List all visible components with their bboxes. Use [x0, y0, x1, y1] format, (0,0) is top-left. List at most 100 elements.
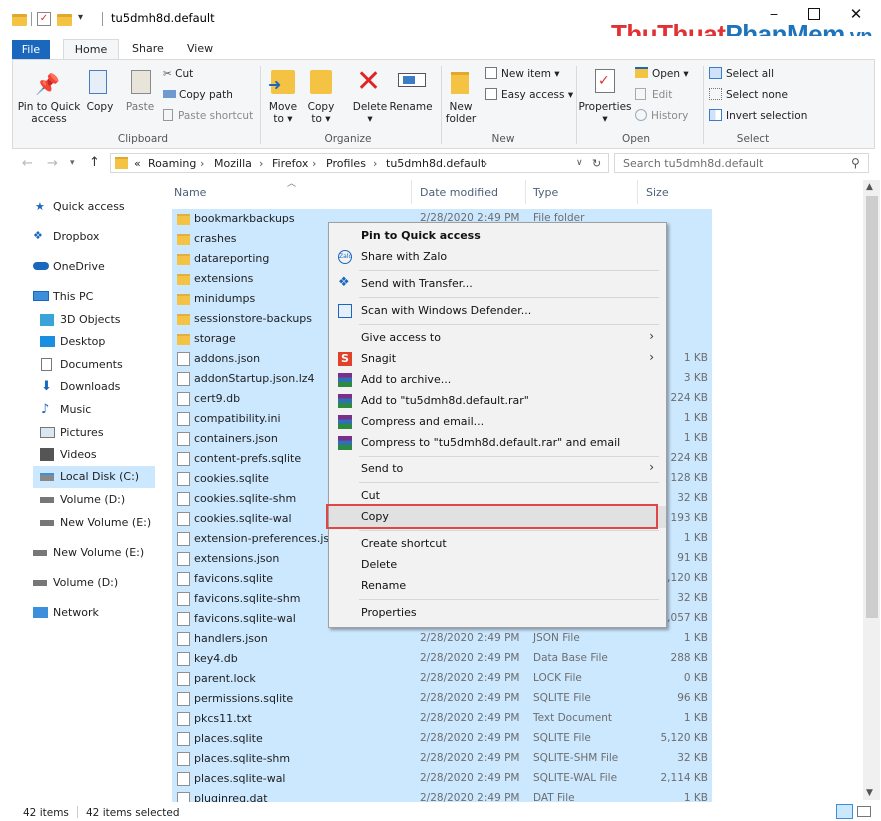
scroll-up-icon[interactable]: ▲	[866, 182, 873, 192]
address-bar[interactable]: « Roaming › Mozilla › Firefox › Profiles…	[110, 153, 609, 173]
file-row[interactable]: pkcs11.txt 2/28/2020 2:49 PM Text Document…	[172, 709, 712, 729]
search-box[interactable]: Search tu5dmh8d.default ⚲	[614, 153, 869, 173]
document-icon	[41, 358, 52, 371]
nav-volume-d-2[interactable]: Volume (D:)	[33, 576, 118, 589]
nav-documents[interactable]: Documents	[40, 358, 123, 371]
menu-item-properties[interactable]: Properties	[329, 602, 666, 624]
breadcrumb-mozilla[interactable]: Mozilla	[214, 157, 252, 170]
nav-volume-d[interactable]: Volume (D:)	[40, 493, 125, 506]
menu-item-share-zalo[interactable]: Zalo Share with Zalo	[329, 246, 666, 268]
menu-item-create-shortcut[interactable]: Create shortcut	[329, 533, 666, 555]
properties-button[interactable]: Properties ▾	[578, 101, 632, 125]
nav-onedrive[interactable]: OneDrive	[33, 260, 105, 273]
nav-this-pc[interactable]: This PC	[33, 290, 93, 303]
menu-item-rename[interactable]: Rename	[329, 575, 666, 597]
select-all-button[interactable]: Select all	[709, 67, 774, 81]
copy-to-button[interactable]: Copy to ▾	[303, 101, 339, 125]
breadcrumb-overflow[interactable]: «	[134, 157, 141, 170]
menu-item-send-transfer[interactable]: ❖ Send with Transfer...	[329, 273, 666, 295]
copy-path-button[interactable]: Copy path	[163, 88, 233, 102]
new-folder-button[interactable]: New folder	[441, 101, 481, 125]
delete-button[interactable]: Delete ▾	[350, 101, 390, 125]
address-dropdown-icon[interactable]: ∨	[576, 158, 583, 168]
nav-new-volume-e[interactable]: New Volume (E:)	[40, 516, 151, 529]
large-icons-view-icon[interactable]	[857, 806, 871, 817]
breadcrumb-profiles[interactable]: Profiles	[326, 157, 366, 170]
recent-locations-icon[interactable]: ▾	[70, 158, 75, 168]
back-arrow-icon[interactable]: ←	[22, 156, 33, 171]
search-input[interactable]: Search tu5dmh8d.default	[623, 157, 763, 170]
edit-button[interactable]: Edit	[635, 88, 672, 102]
nav-network[interactable]: Network	[33, 606, 99, 619]
nav-pictures[interactable]: Pictures	[40, 426, 104, 439]
nav-local-disk-c[interactable]: Local Disk (C:)	[33, 466, 155, 488]
rename-button[interactable]: Rename	[389, 101, 433, 113]
tab-home[interactable]: Home	[63, 39, 119, 61]
nav-desktop[interactable]: Desktop	[40, 335, 105, 348]
column-size[interactable]: Size	[646, 186, 669, 199]
file-row[interactable]: places.sqlite 2/28/2020 2:49 PM SQLITE Fil…	[172, 729, 712, 749]
nav-downloads[interactable]: ⬇ Downloads	[40, 379, 120, 394]
refresh-icon[interactable]: ↻	[592, 157, 601, 170]
breadcrumb-roaming[interactable]: Roaming	[148, 157, 196, 170]
details-view-icon[interactable]	[836, 804, 853, 819]
nav-videos[interactable]: Videos	[40, 448, 97, 461]
invert-selection-button[interactable]: Invert selection	[709, 109, 807, 123]
column-divider[interactable]	[525, 180, 526, 204]
menu-item-send-to[interactable]: Send to ›	[329, 458, 666, 480]
menu-item-give-access[interactable]: Give access to ›	[329, 327, 666, 349]
tab-file[interactable]: File	[12, 40, 50, 60]
column-divider[interactable]	[411, 180, 412, 204]
properties-quick-icon[interactable]: ✓	[37, 12, 51, 26]
nav-3d-objects[interactable]: 3D Objects	[40, 313, 121, 326]
scrollbar-thumb[interactable]	[866, 196, 878, 618]
tab-view[interactable]: View	[179, 40, 221, 60]
paste-button[interactable]: Paste	[123, 101, 157, 113]
column-date-modified[interactable]: Date modified	[420, 186, 498, 199]
file-row[interactable]: pluginreg.dat 2/28/2020 2:49 PM DAT File 1 …	[172, 789, 712, 802]
new-item-button[interactable]: New item ▾	[485, 67, 560, 81]
menu-item-pin[interactable]: Pin to Quick access	[329, 225, 666, 247]
up-arrow-icon[interactable]: ↑	[89, 155, 100, 170]
file-row[interactable]: handlers.json 2/28/2020 2:49 PM JSON File 1…	[172, 629, 712, 649]
menu-item-snagit[interactable]: S Snagit ›	[329, 348, 666, 370]
column-name[interactable]: Name	[174, 186, 206, 199]
file-row[interactable]: places.sqlite-wal 2/28/2020 2:49 PM SQLITE…	[172, 769, 712, 789]
nav-quick-access[interactable]: ★ Quick access	[35, 200, 125, 213]
nav-dropbox[interactable]: ❖ Dropbox	[33, 229, 99, 243]
open-button[interactable]: Open ▾	[635, 67, 689, 81]
file-row[interactable]: parent.lock 2/28/2020 2:49 PM LOCK File 0 K…	[172, 669, 712, 689]
invert-selection-icon	[709, 109, 722, 121]
menu-item-compress-email[interactable]: Compress and email...	[329, 411, 666, 433]
menu-item-delete[interactable]: Delete	[329, 554, 666, 576]
tab-share[interactable]: Share	[124, 40, 172, 60]
new-folder-quick-icon[interactable]	[57, 14, 72, 26]
menu-item-add-archive[interactable]: Add to archive...	[329, 369, 666, 391]
breadcrumb-current[interactable]: tu5dmh8d.default	[386, 157, 485, 170]
select-none-button[interactable]: Select none	[709, 88, 788, 102]
copy-button[interactable]: Copy	[85, 101, 115, 113]
pin-to-quick-access-button[interactable]: Pin to Quick access	[15, 101, 83, 125]
menu-item-add-rar[interactable]: Add to "tu5dmh8d.default.rar"	[329, 390, 666, 412]
column-divider[interactable]	[637, 180, 638, 204]
file-row[interactable]: places.sqlite-shm 2/28/2020 2:49 PM SQLITE…	[172, 749, 712, 769]
column-type[interactable]: Type	[533, 186, 558, 199]
file-row[interactable]: permissions.sqlite 2/28/2020 2:49 PM SQLIT…	[172, 689, 712, 709]
dropbox-icon: ❖	[33, 229, 43, 242]
paste-icon	[131, 70, 151, 94]
menu-item-scan-defender[interactable]: Scan with Windows Defender...	[329, 300, 666, 322]
cut-button[interactable]: ✂ Cut	[163, 67, 193, 81]
forward-arrow-icon[interactable]: →	[47, 156, 58, 171]
search-icon[interactable]: ⚲	[851, 156, 860, 170]
move-to-button[interactable]: Move to ▾	[265, 101, 301, 125]
easy-access-button[interactable]: Easy access ▾	[485, 88, 573, 102]
history-button[interactable]: History	[635, 109, 688, 123]
breadcrumb-firefox[interactable]: Firefox	[272, 157, 308, 170]
menu-item-compress-rar-email[interactable]: Compress to "tu5dmh8d.default.rar" and e…	[329, 432, 666, 454]
file-row[interactable]: key4.db 2/28/2020 2:49 PM Data Base File 28…	[172, 649, 712, 669]
scroll-down-icon[interactable]: ▼	[866, 788, 873, 798]
nav-music[interactable]: ♪ Music	[40, 402, 91, 417]
customize-quick-access-icon[interactable]: ▾	[78, 12, 83, 23]
nav-new-volume-e-2[interactable]: New Volume (E:)	[33, 546, 144, 559]
paste-shortcut-button[interactable]: Paste shortcut	[163, 109, 253, 123]
